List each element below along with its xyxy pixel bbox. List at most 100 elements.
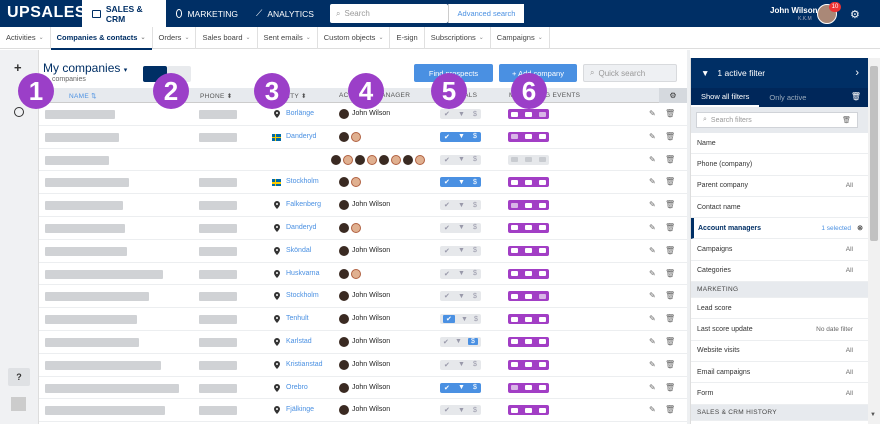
settings-gear-icon[interactable]: ⚙ — [850, 8, 860, 21]
signals-indicator[interactable]: ✔ ▼ $ — [440, 222, 481, 233]
table-row[interactable]: Huskvarna ✔ ▼ $ ✎ 🗑 — [39, 263, 687, 286]
manager-name[interactable]: John Wilson — [352, 338, 390, 345]
phone-redacted[interactable] — [199, 201, 237, 211]
delete-trash-icon[interactable]: 🗑 — [665, 223, 675, 232]
filter-item[interactable]: Last score update No date filter — [691, 319, 869, 341]
manager-avatar[interactable] — [367, 154, 377, 165]
city-link[interactable]: Huskvarna — [286, 270, 319, 277]
edit-pencil-icon[interactable]: ✎ — [649, 246, 656, 255]
manager-avatar[interactable] — [403, 154, 413, 165]
signals-indicator[interactable]: ✔ ▼ $ — [440, 245, 481, 256]
table-row[interactable]: Orebro John Wilson ✔ ▼ $ ✎ 🗑 — [39, 377, 687, 400]
manager-name[interactable]: John Wilson — [352, 406, 390, 413]
manager-avatar[interactable] — [351, 268, 361, 279]
filter-item[interactable]: Parent company All — [691, 176, 869, 197]
city-link[interactable]: Fjälkinge — [286, 406, 314, 413]
phone-redacted[interactable] — [199, 383, 237, 393]
city-link[interactable]: Danderyd — [286, 133, 316, 140]
panel-scrollbar[interactable]: ▼ — [868, 58, 880, 424]
clear-filter-icon[interactable]: ⊗ — [857, 224, 863, 232]
manager-avatar[interactable] — [339, 131, 349, 142]
table-row[interactable]: Kristianstad John Wilson ✔ ▼ $ ✎ 🗑 — [39, 354, 687, 377]
phone-redacted[interactable] — [199, 315, 237, 325]
company-name-redacted[interactable] — [45, 360, 161, 370]
manager-avatar[interactable] — [339, 382, 349, 393]
city-link[interactable]: Sköndal — [286, 247, 311, 254]
column-settings-gear-icon[interactable]: ⚙ — [659, 88, 687, 103]
marketing-events-indicator[interactable] — [508, 154, 549, 165]
subnav-item-7[interactable]: Subscriptions ⌄ — [425, 26, 491, 49]
delete-trash-icon[interactable]: 🗑 — [665, 291, 675, 300]
edit-pencil-icon[interactable]: ✎ — [649, 360, 656, 369]
marketing-events-indicator[interactable] — [508, 268, 549, 279]
edit-pencil-icon[interactable]: ✎ — [649, 337, 656, 346]
filter-item[interactable]: Name — [691, 133, 869, 155]
company-name-redacted[interactable] — [45, 132, 119, 142]
city-link[interactable]: Falkenberg — [286, 201, 321, 208]
marketing-events-indicator[interactable] — [508, 382, 549, 393]
trash-icon[interactable]: 🗑 — [842, 116, 851, 124]
signals-indicator[interactable]: ✔ ▼ $ — [440, 291, 481, 302]
signals-indicator[interactable]: ✔ ▼ $ — [440, 177, 481, 188]
subnav-item-4[interactable]: Sent emails ⌄ — [258, 26, 318, 49]
phone-redacted[interactable] — [199, 110, 237, 119]
manager-avatar[interactable] — [339, 109, 349, 119]
edit-pencil-icon[interactable]: ✎ — [649, 269, 656, 278]
quick-search-input[interactable]: ⌕ Quick search — [583, 64, 677, 82]
filter-search-input[interactable]: ⌕ Search filters 🗑 — [696, 112, 858, 128]
subnav-item-1[interactable]: Companies & contacts ⌄ — [50, 26, 153, 50]
edit-pencil-icon[interactable]: ✎ — [649, 405, 656, 414]
col-phone[interactable]: PHONE ⬍ — [200, 92, 232, 100]
filter-panel-header[interactable]: ▼ 1 active filter › — [691, 58, 869, 88]
manager-avatar[interactable] — [339, 291, 349, 302]
company-name-redacted[interactable] — [45, 315, 137, 325]
manager-avatar[interactable] — [339, 405, 349, 416]
delete-trash-icon[interactable]: 🗑 — [665, 155, 675, 164]
manager-avatar[interactable] — [339, 177, 349, 188]
edit-pencil-icon[interactable]: ✎ — [649, 132, 656, 141]
manager-name[interactable]: John Wilson — [352, 384, 390, 391]
table-row[interactable]: Stockholm ✔ ▼ $ ✎ 🗑 — [39, 171, 687, 195]
subnav-item-0[interactable]: Activities ⌄ — [0, 26, 51, 49]
marketing-events-indicator[interactable] — [508, 359, 549, 370]
manager-avatar[interactable] — [355, 154, 365, 165]
clock-icon[interactable] — [14, 107, 24, 117]
delete-trash-icon[interactable]: 🗑 — [665, 383, 675, 392]
manager-avatar[interactable] — [339, 314, 349, 325]
edit-pencil-icon[interactable]: ✎ — [649, 177, 656, 186]
marketing-events-indicator[interactable] — [508, 222, 549, 233]
phone-redacted[interactable] — [199, 223, 237, 233]
company-name-redacted[interactable] — [45, 269, 163, 279]
edit-pencil-icon[interactable]: ✎ — [649, 155, 656, 164]
manager-avatar[interactable] — [339, 200, 349, 211]
table-row[interactable]: ✔ ▼ $ ✎ 🗑 — [39, 149, 687, 172]
delete-trash-icon[interactable]: 🗑 — [665, 246, 675, 255]
manager-avatar[interactable] — [415, 154, 425, 165]
marketing-events-indicator[interactable] — [508, 245, 549, 256]
company-name-redacted[interactable] — [45, 337, 139, 347]
company-name-redacted[interactable] — [45, 292, 149, 302]
manager-name[interactable]: John Wilson — [352, 201, 390, 208]
marketing-events-indicator[interactable] — [508, 109, 549, 119]
delete-trash-icon[interactable]: 🗑 — [665, 177, 675, 186]
phone-redacted[interactable] — [199, 406, 237, 416]
manager-avatar[interactable] — [351, 222, 361, 233]
filter-item[interactable]: Contact name — [691, 197, 869, 219]
subnav-item-5[interactable]: Custom objects ⌄ — [318, 26, 391, 49]
nav-analytics[interactable]: ⟋ ANALYTICS — [246, 0, 326, 27]
manager-avatar[interactable] — [379, 154, 389, 165]
signals-indicator[interactable]: ✔ ▼ $ — [440, 336, 481, 347]
signals-indicator[interactable]: ✔ ▼ $ — [440, 131, 481, 142]
col-name[interactable]: NAME ⇅ — [69, 92, 97, 100]
manager-avatar[interactable] — [339, 336, 349, 347]
manager-avatar[interactable] — [339, 222, 349, 233]
nav-marketing[interactable]: MARKETING — [166, 0, 248, 27]
manager-name[interactable]: John Wilson — [352, 110, 390, 117]
marketing-events-indicator[interactable] — [508, 291, 549, 302]
company-name-redacted[interactable] — [45, 178, 129, 188]
signals-indicator[interactable]: ✔ ▼ $ — [440, 200, 481, 211]
table-row[interactable]: Danderyd ✔ ▼ $ ✎ 🗑 — [39, 217, 687, 240]
manager-name[interactable]: John Wilson — [352, 361, 390, 368]
delete-trash-icon[interactable]: 🗑 — [665, 200, 675, 209]
scroll-down-arrow-icon[interactable]: ▼ — [870, 412, 876, 418]
